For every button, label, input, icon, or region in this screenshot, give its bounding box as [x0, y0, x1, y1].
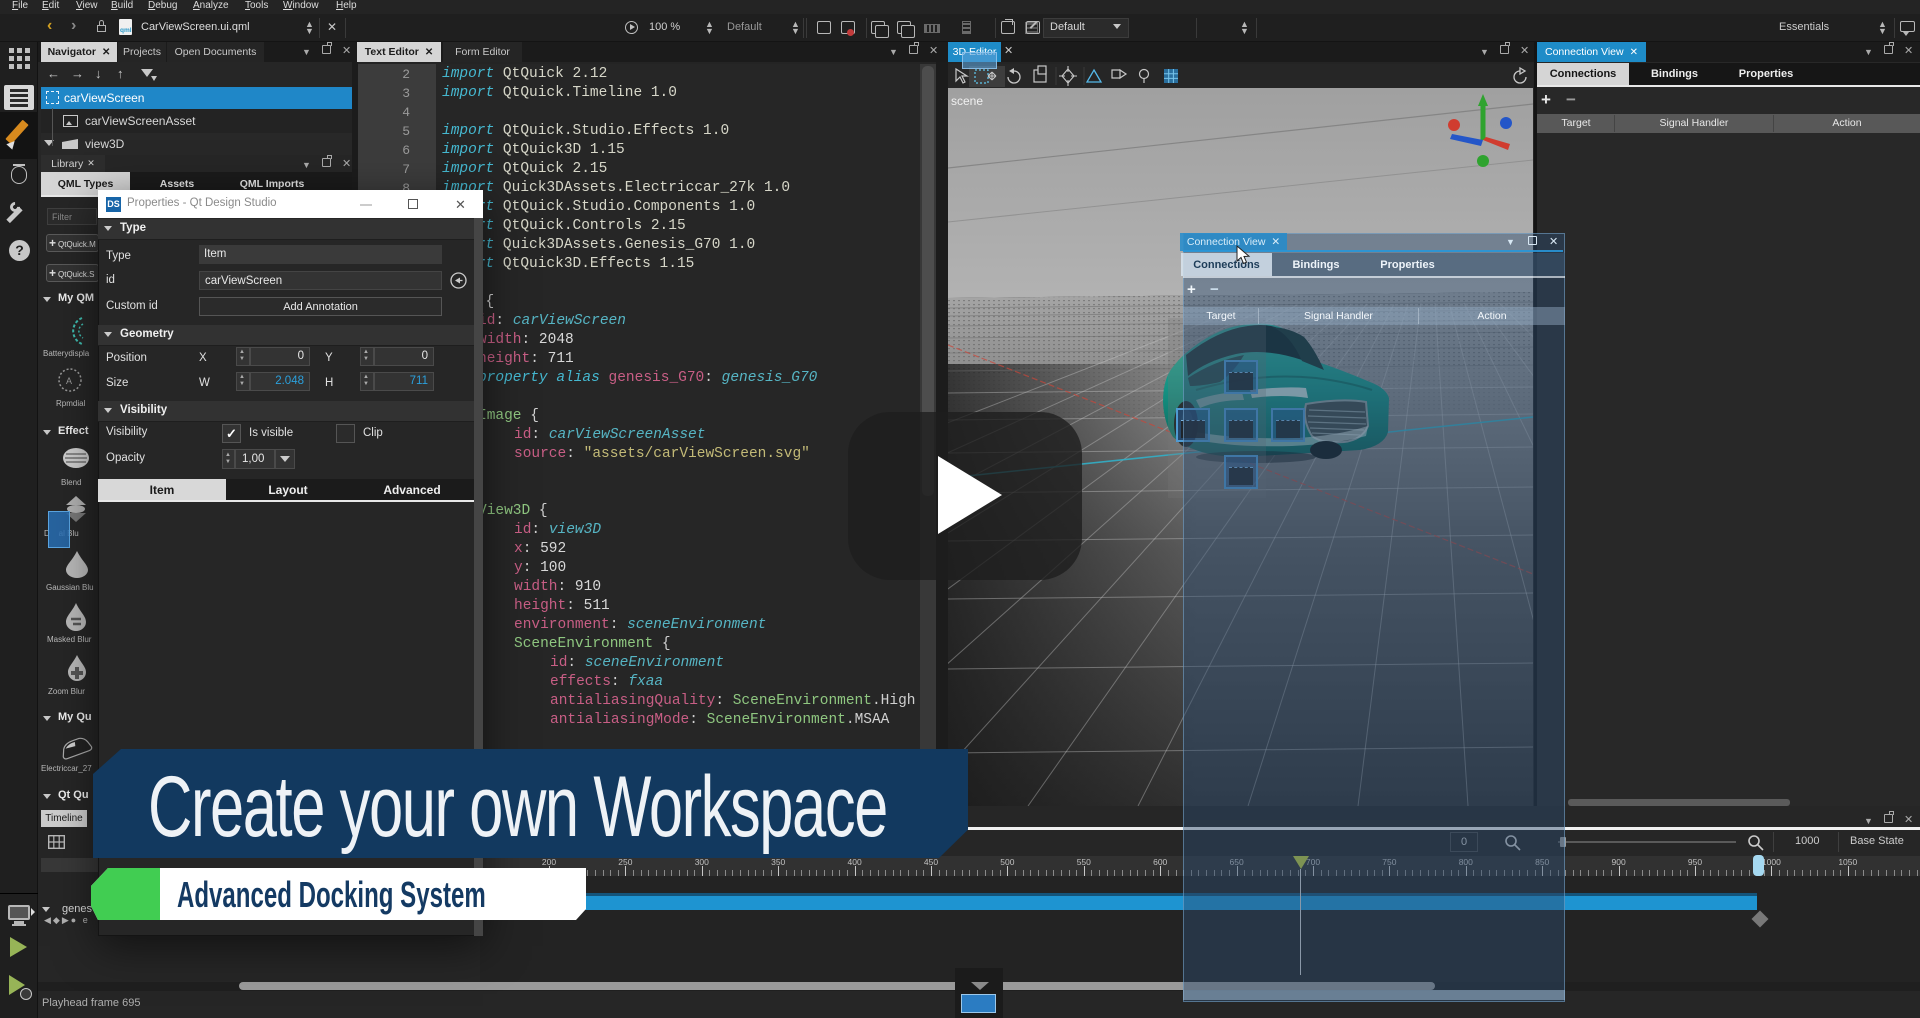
svg-text:A: A — [66, 376, 72, 386]
